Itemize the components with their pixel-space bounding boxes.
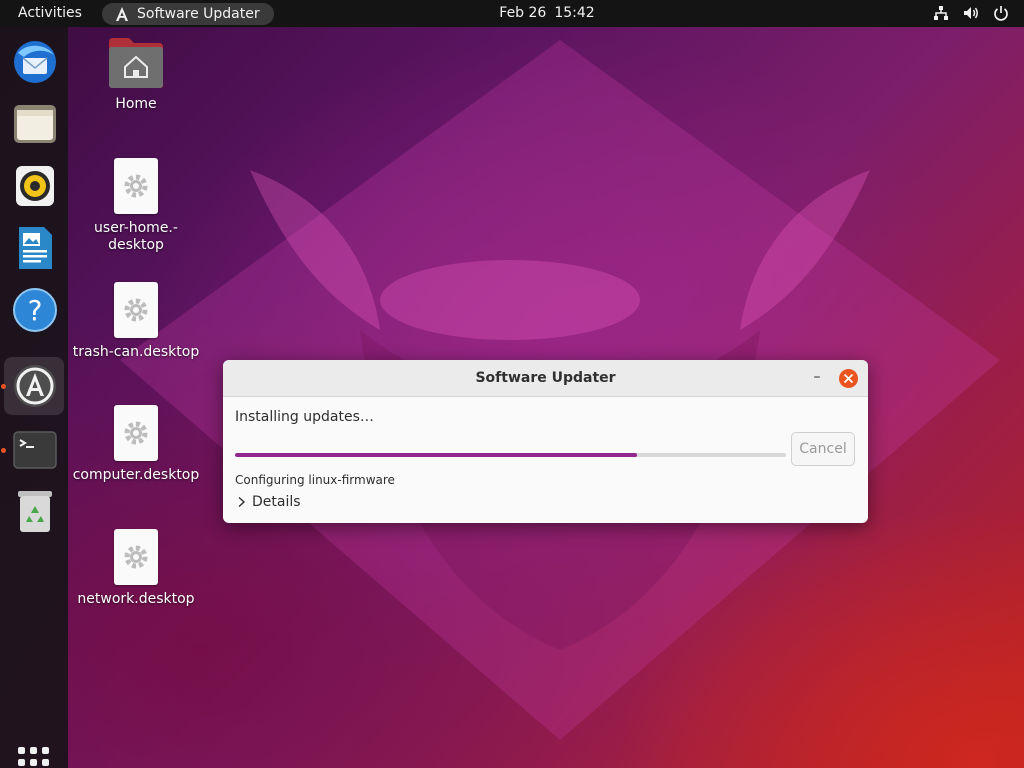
settings-file-icon <box>114 282 158 338</box>
terminal-icon <box>13 431 57 469</box>
dock-item-software-updater[interactable] <box>4 357 64 415</box>
progress-fill <box>235 453 638 457</box>
desktop-icon-label-line1: user-home.- <box>94 220 178 236</box>
settings-file-icon <box>114 405 158 461</box>
desktop-icon-label: network.desktop <box>77 591 195 607</box>
desktop-icon-user-home[interactable]: user-home.- desktop <box>71 158 201 254</box>
network-icon[interactable] <box>932 4 950 22</box>
details-label: Details <box>252 494 301 510</box>
minimize-button[interactable]: – <box>806 360 828 397</box>
files-icon <box>14 105 56 143</box>
desktop-icon-computer[interactable]: computer.desktop <box>71 405 201 484</box>
dock-item-thunderbird[interactable] <box>4 33 64 91</box>
close-icon <box>843 373 854 384</box>
dock-item-terminal[interactable] <box>4 421 64 479</box>
dialog-body: Installing updates… Cancel Configuring l… <box>223 397 868 522</box>
clock-button[interactable]: Feb 26 15:42 <box>0 0 1024 27</box>
desktop-icon-label-line2: desktop <box>108 237 164 253</box>
close-button[interactable] <box>839 369 858 388</box>
details-expander[interactable]: Details <box>237 494 301 510</box>
dock: ? <box>0 27 68 768</box>
desktop-icon-home[interactable]: Home <box>71 36 201 113</box>
svg-text:?: ? <box>28 294 43 327</box>
dialog-title: Software Updater <box>475 370 616 386</box>
settings-file-icon <box>114 158 158 214</box>
trash-icon <box>18 491 52 532</box>
dock-item-trash[interactable] <box>4 483 64 541</box>
system-tray[interactable] <box>932 4 1010 22</box>
dock-item-rhythmbox[interactable] <box>4 157 64 215</box>
chevron-right-icon <box>238 496 246 508</box>
running-indicator-software-updater <box>1 384 6 389</box>
desktop-icon-label: computer.desktop <box>72 467 200 483</box>
date-text: Feb 26 <box>499 5 547 21</box>
desktop-icon-trash-can[interactable]: trash-can.desktop <box>71 282 201 361</box>
running-indicator-terminal <box>1 448 6 453</box>
dock-item-help[interactable]: ? <box>4 281 64 339</box>
dock-item-files[interactable] <box>4 95 64 153</box>
show-apps-icon[interactable] <box>18 747 50 768</box>
desktop-icon-label: Home <box>115 96 157 112</box>
cancel-button[interactable]: Cancel <box>791 432 855 466</box>
progress-bar <box>235 453 786 457</box>
dock-item-writer[interactable] <box>4 219 64 277</box>
settings-file-icon <box>114 529 158 585</box>
writer-icon <box>19 227 52 269</box>
dialog-titlebar[interactable]: Software Updater – <box>223 360 868 397</box>
help-icon: ? <box>13 288 57 332</box>
software-updater-icon <box>14 365 56 407</box>
home-folder-icon <box>107 36 165 90</box>
rhythmbox-icon <box>16 166 54 206</box>
power-icon[interactable] <box>992 4 1010 22</box>
time-text: 15:42 <box>554 5 595 21</box>
thunderbird-icon <box>14 41 56 83</box>
desktop-icon-label: trash-can.desktop <box>72 344 200 360</box>
software-updater-dialog: Software Updater – Installing updates… C… <box>223 360 868 523</box>
volume-icon[interactable] <box>962 4 980 22</box>
task-text: Configuring linux-firmware <box>235 473 395 487</box>
status-text: Installing updates… <box>235 409 374 425</box>
top-bar: Activities Software Updater Feb 26 15:42 <box>0 0 1024 27</box>
desktop-icon-network[interactable]: network.desktop <box>71 529 201 608</box>
